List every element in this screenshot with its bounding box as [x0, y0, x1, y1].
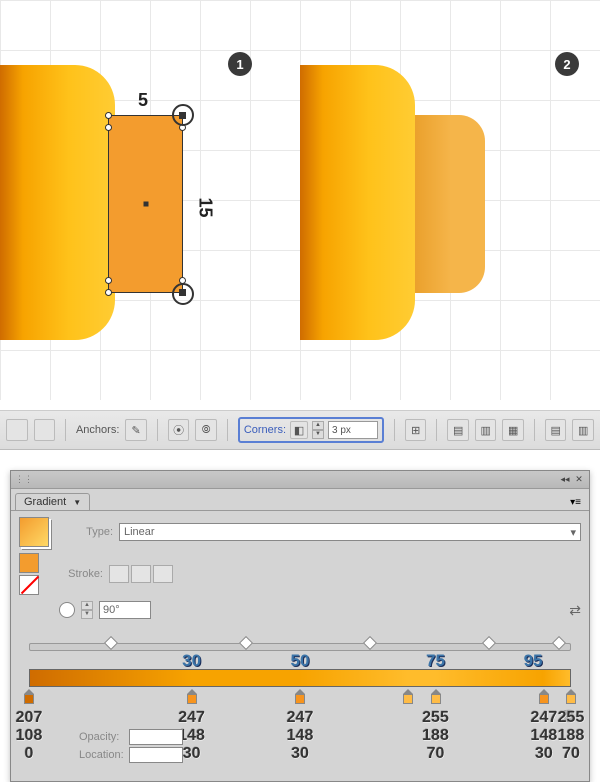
gradient-stop[interactable] [24, 689, 34, 703]
anchors-label: Anchors: [76, 424, 119, 436]
gradient-bar[interactable] [29, 669, 571, 687]
opacity-field[interactable] [129, 729, 183, 745]
angle-dial-icon[interactable] [59, 602, 75, 618]
corner-radius-handle-bottom[interactable] [172, 283, 194, 305]
step-badge-1: 1 [228, 52, 252, 76]
midpoint-diamond[interactable] [482, 636, 496, 650]
percent-label: 50 [291, 651, 310, 671]
panel-collapse-icon[interactable]: ◂◂ [559, 474, 571, 486]
toolbar-sep [65, 419, 66, 441]
type-select[interactable]: Linear ▾ [119, 523, 581, 541]
stroke-row: Stroke: [19, 553, 581, 595]
gradient-stop[interactable] [566, 689, 576, 703]
gradient-stop[interactable] [187, 689, 197, 703]
corners-spinner[interactable]: ▲▼ [312, 421, 324, 439]
corner-radius-handle-top[interactable] [172, 104, 194, 126]
gradient-stop[interactable] [431, 689, 441, 703]
gradient-stop[interactable] [403, 689, 413, 703]
anchor-bl2[interactable] [105, 277, 112, 284]
align-btn-1[interactable]: ⊞ [405, 419, 427, 441]
panel-grip[interactable]: ⋮⋮ [15, 474, 33, 485]
stroke-apply-3[interactable] [153, 565, 173, 583]
percent-label: 95 [524, 651, 543, 671]
toolbar-sep [394, 419, 395, 441]
gradient-stop[interactable] [295, 689, 305, 703]
dimension-height: 15 [195, 197, 216, 217]
panel-header[interactable]: ⋮⋮ ◂◂ ✕ [11, 471, 589, 489]
anchor-tl2[interactable] [105, 124, 112, 131]
rgb-column: 25518870 [558, 709, 585, 763]
midpoint-diamond[interactable] [239, 636, 253, 650]
anchor-tl[interactable] [105, 112, 112, 119]
gradient-preview-swatch[interactable] [19, 517, 49, 547]
type-label: Type: [55, 526, 113, 538]
convert-anchor-btn[interactable]: ✎ [125, 419, 147, 441]
rgb-column: 2071080 [16, 709, 43, 763]
align-btn-2[interactable]: ▤ [447, 419, 469, 441]
gradient-panel: ⋮⋮ ◂◂ ✕ Gradient ▼ ▾≡ Type: Linear ▾ Str… [10, 470, 590, 782]
shape-left-body[interactable] [0, 65, 115, 340]
align-btn-5[interactable]: ▤ [545, 419, 567, 441]
shape-right-body[interactable] [300, 65, 415, 340]
control-toolbar: Anchors: ✎ ⦿ ⦾ Corners: ◧ ▲▼ 3 px ⊞ ▤ ▥ … [0, 410, 600, 450]
percent-label: 30 [182, 651, 201, 671]
angle-row: ▲▼ 90° ⇄ [19, 601, 581, 619]
rgb-column: 24714830 [287, 709, 314, 763]
toolbar-sep [534, 419, 535, 441]
opacity-field-wrap [89, 729, 183, 745]
stroke-apply-2[interactable] [131, 565, 151, 583]
step-badge-2: 2 [555, 52, 579, 76]
panel-tabs: Gradient ▼ ▾≡ [11, 489, 589, 511]
toolbar-sep [157, 419, 158, 441]
percent-labels: 30 50 75 95 [29, 651, 571, 669]
panel-menu-icon[interactable]: ▾≡ [566, 495, 585, 510]
toolbar-sep [436, 419, 437, 441]
align-btn-3[interactable]: ▥ [475, 419, 497, 441]
stroke-label: Stroke: [45, 568, 103, 580]
selected-rectangle[interactable] [108, 115, 183, 293]
gradient-editor: 30 50 75 95 🗑 2071080 24714830 24714830 255188… [19, 625, 581, 775]
align-btn-4[interactable]: ▦ [502, 419, 524, 441]
opacity-slider-rail[interactable] [29, 643, 571, 651]
angle-input[interactable]: 90° [99, 601, 151, 619]
gradient-stop[interactable] [539, 689, 549, 703]
handles-btn-1[interactable]: ⦿ [168, 419, 190, 441]
anchor-bl[interactable] [105, 289, 112, 296]
location-field-wrap [89, 747, 183, 763]
panel-body: Type: Linear ▾ Stroke: ▲▼ 90° [11, 511, 589, 781]
tab-dropdown-icon[interactable]: ▼ [73, 498, 81, 507]
type-row: Type: Linear ▾ [19, 517, 581, 547]
toolbar-sep [227, 419, 228, 441]
angle-spinner[interactable]: ▲▼ [81, 601, 93, 619]
midpoint-diamond[interactable] [363, 636, 377, 650]
dimension-width: 5 [138, 90, 148, 111]
midpoint-diamond[interactable] [552, 636, 566, 650]
corners-shape-icon[interactable]: ◧ [290, 421, 308, 439]
percent-label: 75 [426, 651, 445, 671]
handles-btn-2[interactable]: ⦾ [195, 419, 217, 441]
gradient-stops-row: 🗑 [29, 689, 571, 707]
canvas-area: 5 15 1 2 [0, 0, 600, 400]
align-btn-6[interactable]: ▥ [572, 419, 594, 441]
reverse-gradient-icon[interactable]: ⇄ [569, 602, 581, 619]
rgb-column: 24714830 [531, 709, 558, 763]
stroke-swatch-none[interactable] [19, 575, 39, 595]
corners-label: Corners: [244, 424, 286, 436]
dropdown-icon: ▾ [570, 526, 576, 539]
location-field[interactable] [129, 747, 183, 763]
toolbar-btn-a2[interactable] [34, 419, 56, 441]
tab-gradient[interactable]: Gradient ▼ [15, 493, 90, 510]
corners-value-input[interactable]: 3 px [328, 421, 378, 439]
fill-swatch[interactable] [19, 553, 39, 573]
stroke-apply-1[interactable] [109, 565, 129, 583]
center-anchor[interactable] [143, 202, 148, 207]
rgb-column: 25518870 [422, 709, 449, 763]
corners-group: Corners: ◧ ▲▼ 3 px [238, 417, 384, 443]
panel-close-icon[interactable]: ✕ [573, 474, 585, 486]
toolbar-btn-a1[interactable] [6, 419, 28, 441]
midpoint-diamond[interactable] [104, 636, 118, 650]
